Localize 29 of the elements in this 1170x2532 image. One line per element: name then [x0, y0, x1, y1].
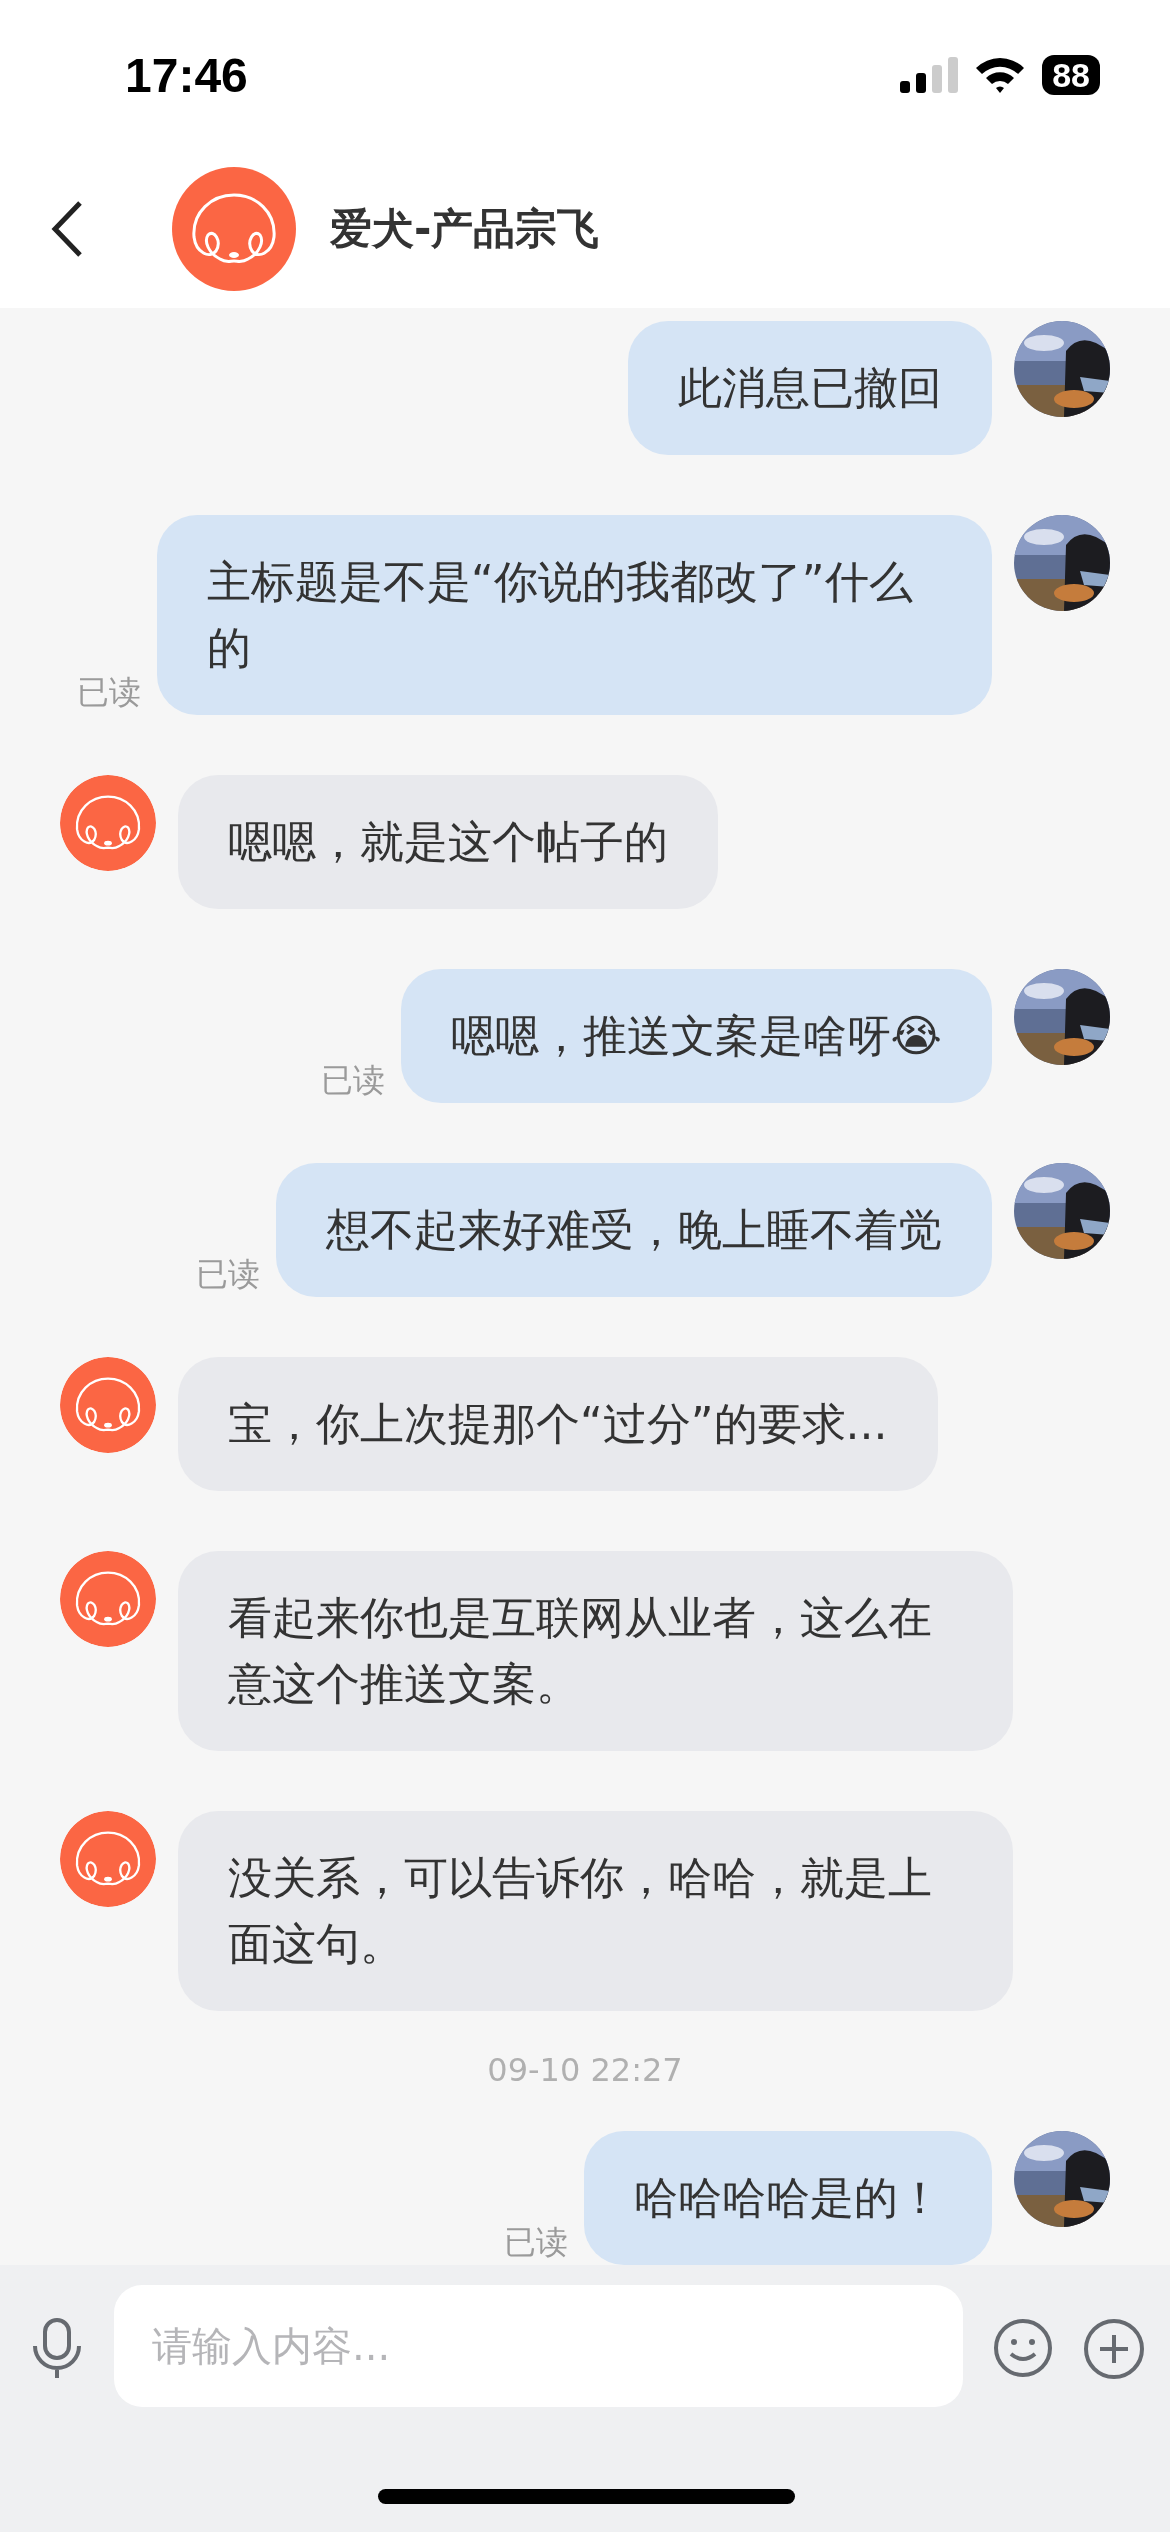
microphone-icon[interactable] — [30, 2318, 84, 2380]
read-receipt: 已读 — [77, 672, 141, 713]
contact-avatar[interactable] — [172, 167, 296, 291]
message-bubble: 宝，你上次提那个“过分”的要求... — [178, 1357, 938, 1491]
read-receipt: 已读 — [196, 1254, 260, 1295]
message-bubble: 主标题是不是“你说的我都改了”什么的 — [157, 515, 992, 715]
message-bubble: 嗯嗯，就是这个帖子的 — [178, 775, 718, 909]
message-bubble: 想不起来好难受，晚上睡不着觉 — [276, 1163, 992, 1297]
battery-level: 88 — [1042, 55, 1100, 95]
contact-avatar[interactable] — [60, 1357, 156, 1453]
contact-avatar[interactable] — [60, 775, 156, 871]
message-bubble: 看起来你也是互联网从业者，这么在意这个推送文案。 — [178, 1551, 1013, 1751]
plus-icon[interactable] — [1083, 2318, 1145, 2380]
message-bubble: 此消息已撤回 — [628, 321, 992, 455]
wifi-icon — [974, 56, 1027, 94]
message-input[interactable]: 请输入内容... — [114, 2285, 963, 2407]
contact-avatar[interactable] — [60, 1811, 156, 1907]
message-bubble: 没关系，可以告诉你，哈哈，就是上面这句。 — [178, 1811, 1013, 2011]
status-time: 17:46 — [125, 47, 248, 103]
timestamp: 09-10 22:27 — [487, 2051, 683, 2091]
back-icon[interactable] — [50, 200, 84, 258]
signal-icon — [900, 57, 959, 93]
contact-avatar[interactable] — [60, 1551, 156, 1647]
chat-title: 爱犬-产品宗飞 — [330, 203, 600, 255]
message-bubble: 嗯嗯，推送文案是啥呀😭 — [400, 969, 992, 1103]
message-bubble: 哈哈哈哈是的！ — [584, 2131, 992, 2265]
read-receipt: 已读 — [320, 1060, 385, 1101]
read-receipt: 已读 — [504, 2222, 568, 2263]
emoji-icon[interactable] — [993, 2318, 1053, 2378]
